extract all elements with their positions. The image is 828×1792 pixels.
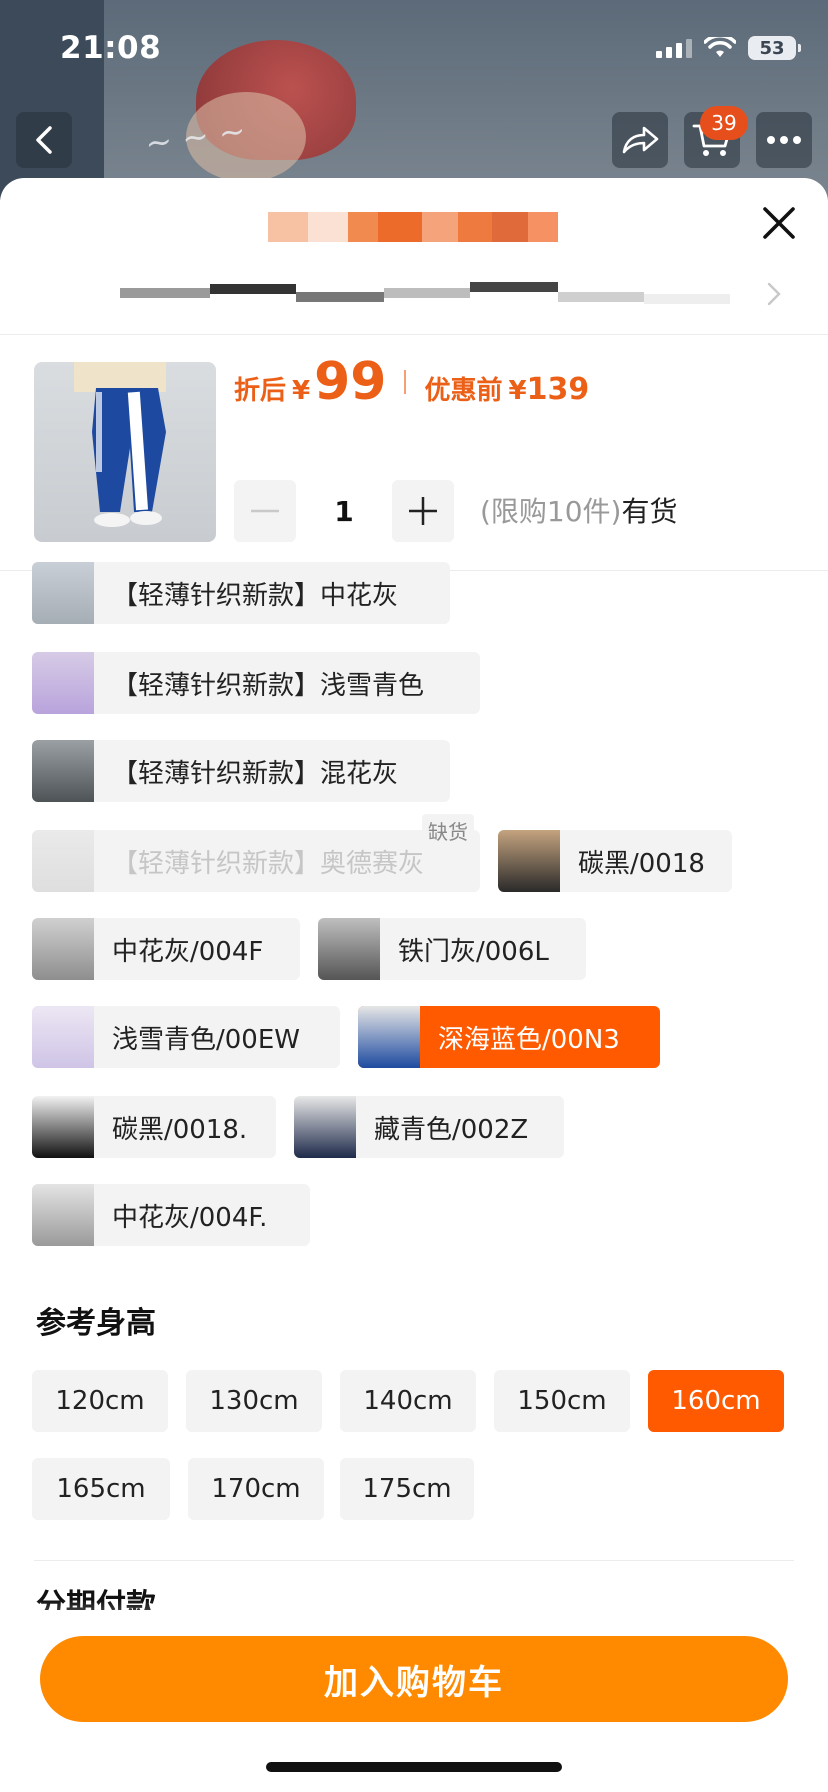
wifi-icon [704, 37, 736, 57]
out-of-stock-tag: 缺货 [422, 814, 474, 847]
original-price: 139 [526, 372, 590, 407]
variant-chip[interactable]: 【轻薄针织新款】中花灰 [32, 562, 450, 624]
currency-symbol: ¥ [292, 376, 311, 406]
product-thumbnail[interactable] [34, 362, 216, 542]
size-option[interactable]: 130cm [186, 1370, 322, 1432]
variant-chip[interactable]: 藏青色/002Z [294, 1096, 564, 1158]
variant-label: 中花灰/004F [112, 936, 264, 967]
stock-info: (限购10件)有货 [480, 490, 678, 530]
divider [34, 1560, 794, 1561]
stock-status: 有货 [621, 495, 678, 528]
chevron-right-icon[interactable] [764, 280, 784, 308]
variant-label: 【轻薄针织新款】奥德赛灰 [112, 848, 425, 879]
size-option[interactable]: 170cm [188, 1458, 324, 1520]
variant-label: 铁门灰/006L [398, 936, 549, 967]
more-dots-icon [767, 136, 801, 144]
variant-label: 藏青色/002Z [374, 1114, 529, 1145]
currency-symbol: ¥ [508, 376, 527, 406]
size-option[interactable]: 150cm [494, 1370, 630, 1432]
size-option[interactable]: 140cm [340, 1370, 476, 1432]
purchase-limit: (限购10件) [480, 495, 622, 528]
discount-price: 99 [314, 352, 387, 412]
pants-image [74, 362, 166, 527]
variant-chip-selected[interactable]: 深海蓝色/00N3 [358, 1006, 660, 1068]
variant-label: 浅雪青色/00EW [112, 1024, 300, 1055]
variant-thumbnail [32, 562, 94, 624]
cart-count-badge: 39 [700, 106, 748, 140]
status-time: 21:08 [60, 30, 162, 66]
size-option-selected[interactable]: 160cm [648, 1370, 784, 1432]
variant-chip[interactable]: 【轻薄针织新款】混花灰 [32, 740, 450, 802]
share-icon [622, 126, 659, 154]
back-button[interactable] [16, 112, 72, 168]
close-icon[interactable] [760, 204, 798, 242]
quantity-value[interactable]: 1 [296, 480, 392, 542]
home-indicator [266, 1762, 562, 1772]
battery-icon: 53 [748, 36, 801, 60]
quantity-decrease-button[interactable] [234, 480, 296, 542]
discount-price-label: 折后 [234, 376, 287, 406]
variant-label: 【轻薄针织新款】混花灰 [112, 758, 399, 789]
variant-chip[interactable]: 碳黑/0018. [32, 1096, 276, 1158]
variant-chip[interactable]: 中花灰/004F. [32, 1184, 310, 1246]
add-to-cart-button[interactable]: 加入购物车 [40, 1636, 788, 1722]
share-button[interactable] [612, 112, 668, 168]
variant-chip[interactable]: 中花灰/004F [32, 918, 300, 980]
variant-thumbnail [498, 830, 560, 892]
variant-thumbnail [32, 1006, 94, 1068]
variant-thumbnail [32, 740, 94, 802]
variant-thumbnail [32, 1096, 94, 1158]
size-option[interactable]: 175cm [340, 1458, 474, 1520]
price-line: 折后 ¥ 99 优惠前 ¥ 139 [234, 352, 589, 412]
variant-label: 碳黑/0018 [578, 848, 705, 879]
size-section-title: 参考身高 [36, 1306, 156, 1341]
chevron-left-icon [36, 126, 52, 154]
variant-label: 碳黑/0018. [112, 1114, 248, 1145]
blurred-store-title [268, 212, 558, 242]
variant-thumbnail [358, 1006, 420, 1068]
variant-chip[interactable]: 铁门灰/006L [318, 918, 586, 980]
blurred-store-subtitle [120, 282, 730, 306]
divider [0, 334, 828, 335]
variant-label: 深海蓝色/00N3 [438, 1024, 620, 1055]
status-indicators: 53 [656, 36, 801, 60]
variant-label: 【轻薄针织新款】中花灰 [112, 580, 399, 611]
variant-thumbnail [318, 918, 380, 980]
cellular-signal-icon [656, 38, 692, 58]
variant-thumbnail [32, 652, 94, 714]
plus-icon [409, 497, 437, 525]
variant-thumbnail [32, 1184, 94, 1246]
variant-label: 【轻薄针织新款】浅雪青色 [112, 670, 425, 701]
variant-chip[interactable]: 【轻薄针织新款】奥德赛灰 [32, 830, 480, 892]
variant-label: 中花灰/004F. [112, 1202, 268, 1233]
price-separator [404, 370, 407, 394]
variant-chip[interactable]: 【轻薄针织新款】浅雪青色 [32, 652, 480, 714]
variant-thumbnail [32, 918, 94, 980]
variant-chip[interactable]: 碳黑/0018 [498, 830, 732, 892]
variant-chip[interactable]: 浅雪青色/00EW [32, 1006, 340, 1068]
variant-thumbnail [294, 1096, 356, 1158]
original-price-label: 优惠前 [424, 376, 503, 406]
variant-thumbnail [32, 830, 94, 892]
size-option[interactable]: 120cm [32, 1370, 168, 1432]
more-button[interactable] [756, 112, 812, 168]
size-option[interactable]: 165cm [32, 1458, 170, 1520]
minus-icon [251, 509, 279, 513]
quantity-increase-button[interactable] [392, 480, 454, 542]
